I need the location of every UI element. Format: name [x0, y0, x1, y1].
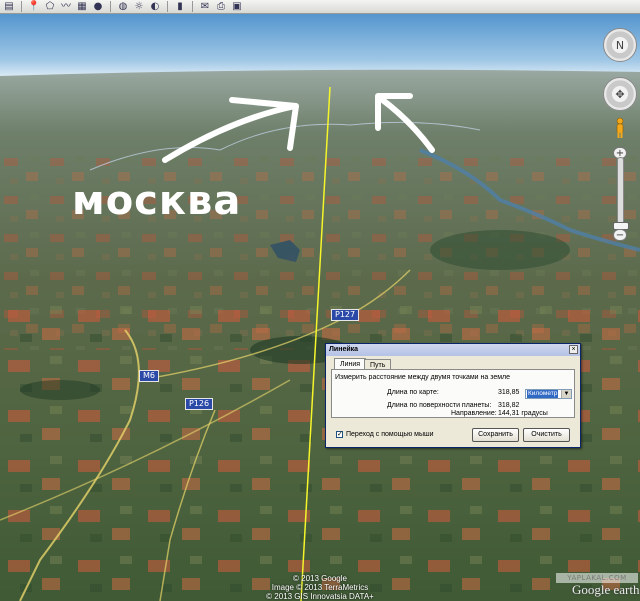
close-button[interactable]: × [569, 345, 578, 354]
map-length-label: Длина по карте: [387, 389, 439, 396]
look-joystick[interactable]: N [603, 28, 637, 62]
heading-label: Направление: [451, 410, 497, 417]
earth-icon[interactable]: ◍ [116, 1, 130, 13]
credit-line: © 2013 GIS Innovatsia DATA+ [266, 592, 374, 601]
road-label-p126: P126 [185, 398, 214, 410]
move-icon: ✥ [615, 87, 625, 101]
compass-icon: N [615, 38, 625, 52]
placemark-icon[interactable]: 📍 [27, 1, 41, 13]
move-joystick[interactable]: ✥ [603, 77, 637, 111]
mouse-navigation-label: Переход с помощью мыши [346, 431, 434, 438]
toolbar-divider [21, 1, 22, 12]
surface-length-label: Длина по поверхности планеты: [387, 402, 492, 409]
unit-selected-value: Километр [527, 390, 559, 398]
path-icon[interactable]: 〰 [59, 1, 73, 13]
map-length-value: 318,85 [498, 389, 520, 396]
ruler-icon[interactable]: ▮ [173, 1, 187, 13]
save-button[interactable]: Сохранить [472, 428, 519, 442]
polygon-icon[interactable]: ⬠ [43, 1, 57, 13]
city-annotation: москва [72, 178, 242, 224]
ruler-description: Измерить расстояние между двумя точками … [335, 374, 511, 381]
clear-button[interactable]: Очистить [523, 428, 570, 442]
toolbar-divider [167, 1, 168, 12]
zoom-out-button[interactable]: − [613, 229, 627, 241]
street-view-pegman-icon[interactable] [614, 117, 626, 139]
google-earth-logo: Google earth [572, 582, 640, 597]
sun-icon[interactable]: ☼ [132, 1, 146, 13]
save-image-icon[interactable]: ▣ [230, 1, 244, 13]
road-label-p127: P127 [331, 309, 360, 321]
overlay-icon[interactable]: ▦ [75, 1, 89, 13]
planets-icon[interactable]: ◐ [148, 1, 162, 13]
ruler-dialog-title[interactable]: Линейка [326, 344, 580, 356]
sidebar-icon[interactable]: ▤ [2, 1, 16, 13]
toolbar-divider [192, 1, 193, 12]
surface-length-value: 318,82 [498, 402, 520, 409]
chevron-down-icon: ▼ [561, 390, 571, 398]
mouse-navigation-checkbox[interactable]: ✓ [336, 431, 343, 438]
print-icon[interactable]: ⎙ [214, 1, 228, 13]
earth-terrain[interactable] [0, 0, 640, 601]
tour-icon[interactable]: ● [91, 1, 105, 13]
unit-select[interactable]: Километр ▼ [525, 389, 572, 399]
road-label-m6: M6 [139, 370, 159, 382]
toolbar: ▤ 📍 ⬠ 〰 ▦ ● ◍ ☼ ◐ ▮ ✉ ⎙ ▣ [0, 0, 640, 14]
ruler-dialog: Линейка × Линия Путь Измерить расстояние… [325, 343, 581, 448]
toolbar-divider [110, 1, 111, 12]
email-icon[interactable]: ✉ [198, 1, 212, 13]
earth-3d-view[interactable]: ▤ 📍 ⬠ 〰 ▦ ● ◍ ☼ ◐ ▮ ✉ ⎙ ▣ москва M6 P126… [0, 0, 640, 601]
heading-value: 144,31 градусы [498, 410, 548, 417]
imagery-credits: © 2013 Google Image © 2013 TerraMetrics … [0, 575, 640, 601]
